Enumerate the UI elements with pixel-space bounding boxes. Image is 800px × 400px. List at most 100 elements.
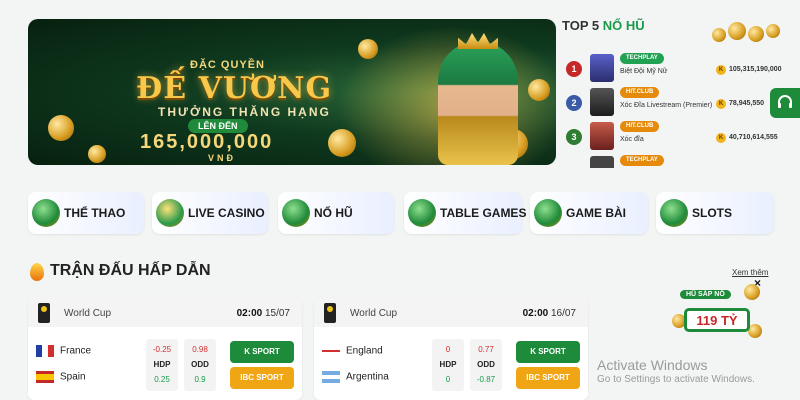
jackpot-value: K 40,710,614,555 (716, 133, 778, 143)
home-team: France (36, 345, 91, 357)
provider-tag: HIT.CLUB (620, 87, 660, 98)
provider-tag: TECHPLAY (620, 155, 664, 166)
hdp-odds[interactable]: 0 HDP 0 (432, 339, 464, 391)
coin-icon: K (716, 65, 726, 75)
support-button[interactable] (770, 88, 800, 118)
league-name: World Cup (64, 308, 112, 319)
flame-icon (30, 263, 44, 281)
odd-label: ODD (477, 360, 495, 369)
ibc-sport-button[interactable]: IBC SPORT (230, 367, 294, 389)
rank-badge: 1 (566, 61, 582, 77)
match-header: World Cup 02:00 15/07 (28, 297, 302, 327)
top5-item[interactable]: 3 HIT.CLUB Xóc đĩa K 40,710,614,555 (562, 120, 790, 154)
provider-tag: TECHPLAY (620, 53, 664, 64)
game-name: Xóc Đĩa Livestream (Premier) (620, 102, 713, 109)
banner-title: ĐẾ VƯƠNG (136, 71, 333, 106)
slot-pot-icon (282, 199, 310, 227)
game-name: Biệt Đội Mỹ Nữ (620, 68, 668, 75)
cards-icon (408, 199, 436, 227)
top5-item[interactable]: 2 HIT.CLUB Xóc Đĩa Livestream (Premier) … (562, 86, 790, 120)
coin-icon (48, 115, 74, 141)
coin-icon: K (716, 99, 726, 109)
odd-label: ODD (191, 360, 209, 369)
dragon-icon (534, 199, 562, 227)
coin-pile-icon (712, 20, 782, 42)
nav-label: GAME BÀI (566, 206, 626, 220)
match-datetime: 02:00 15/07 (236, 308, 290, 319)
coin-icon (748, 324, 762, 338)
top5-item[interactable]: 1 TECHPLAY Biệt Đội Mỹ Nữ K 105,315,190,0… (562, 52, 790, 86)
jackpot-value: K 78,945,550 (716, 99, 764, 109)
top5-jackpot-panel: TOP 5 NỔ HŨ 1 TECHPLAY Biệt Đội Mỹ Nữ K1… (562, 18, 790, 168)
nav-card-games[interactable]: GAME BÀI (530, 192, 648, 234)
promo-banner[interactable]: ĐẶC QUYỀN ĐẾ VƯƠNG THƯỞNG THĂNG HẠNG LÊN… (28, 19, 556, 165)
jackpot-value: K 105,315,190,000 (716, 65, 782, 75)
nav-jackpot[interactable]: NỔ HŨ (278, 192, 394, 234)
away-team: Argentina (322, 371, 389, 383)
top5-item[interactable]: TECHPLAY (562, 154, 790, 168)
england-flag-icon (322, 345, 340, 357)
odd-bottom: 0.9 (194, 375, 206, 384)
coin-icon (358, 39, 378, 59)
banner-subtitle: THƯỞNG THĂNG HẠNG (158, 105, 331, 119)
banner-model-image (438, 41, 518, 165)
hdp-odds[interactable]: -0.25 HDP 0.25 (146, 339, 178, 391)
coin-icon: K (716, 133, 726, 143)
match-card[interactable]: World Cup 02:00 16/07 England Argentina … (314, 297, 588, 400)
k-sport-button[interactable]: K SPORT (516, 341, 580, 363)
banner-amount: 165,000,000 (140, 131, 274, 153)
odd-odds[interactable]: 0.98 ODD 0.9 (184, 339, 216, 391)
provider-tag: HIT.CLUB (620, 121, 660, 132)
k-sport-button[interactable]: K SPORT (230, 341, 294, 363)
section-title: TRẬN ĐẤU HẤP DẪN (50, 262, 211, 279)
hdp-top: 0 (445, 345, 451, 354)
game-thumbnail (590, 122, 614, 150)
nav-live-casino[interactable]: LIVE CASINO (152, 192, 268, 234)
top5-title-highlight: NỔ HŨ (602, 18, 645, 33)
odd-top: 0.77 (478, 345, 494, 354)
hdp-bottom: 0 (445, 375, 451, 384)
nav-sports[interactable]: THỂ THAO (28, 192, 144, 234)
see-more-link[interactable]: Xem thêm (732, 268, 768, 277)
support-headset-icon (778, 95, 792, 108)
slot-machine-icon (660, 199, 688, 227)
hdp-label: HDP (439, 360, 457, 369)
home-team: England (322, 345, 383, 357)
top5-title-prefix: TOP 5 (562, 18, 600, 33)
match-header: World Cup 02:00 16/07 (314, 297, 588, 327)
coin-icon (528, 79, 550, 101)
odd-odds[interactable]: 0.77 ODD -0.87 (470, 339, 502, 391)
banner-top-text: ĐẶC QUYỀN (190, 59, 266, 71)
jackpot-widget[interactable]: HŨ SẮP NỔ 119 TỶ (672, 284, 762, 344)
hdp-bottom: 0.25 (154, 375, 170, 384)
away-team: Spain (36, 371, 86, 383)
match-datetime: 02:00 16/07 (522, 308, 576, 319)
hdp-label: HDP (153, 360, 171, 369)
coin-icon (744, 284, 760, 300)
league-name: World Cup (350, 308, 398, 319)
nav-label: LIVE CASINO (188, 206, 265, 220)
match-card[interactable]: World Cup 02:00 15/07 France Spain -0.25… (28, 297, 302, 400)
activation-watermark-title: Activate Windows (597, 357, 708, 373)
game-thumbnail (590, 156, 614, 168)
rank-badge: 2 (566, 95, 582, 111)
world-cup-icon (324, 303, 336, 323)
hdp-top: -0.25 (152, 345, 172, 354)
nav-label: NỔ HŨ (314, 206, 353, 220)
nav-slots[interactable]: SLOTS (656, 192, 774, 234)
game-thumbnail (590, 54, 614, 82)
odd-top: 0.98 (192, 345, 208, 354)
spain-flag-icon (36, 371, 54, 383)
banner-unit: VNĐ (208, 153, 237, 163)
ibc-sport-button[interactable]: IBC SPORT (516, 367, 580, 389)
odd-bottom: -0.87 (476, 375, 496, 384)
game-thumbnail (590, 88, 614, 116)
nav-label: SLOTS (692, 206, 733, 220)
nav-table-games[interactable]: TABLE GAMES (404, 192, 526, 234)
france-flag-icon (36, 345, 54, 357)
jackpot-tag: HŨ SẮP NỔ (680, 290, 731, 299)
activation-watermark-subtitle: Go to Settings to activate Windows. (597, 374, 755, 385)
world-cup-icon (38, 303, 50, 323)
game-name: Xóc đĩa (620, 136, 644, 143)
coin-icon (328, 129, 356, 157)
